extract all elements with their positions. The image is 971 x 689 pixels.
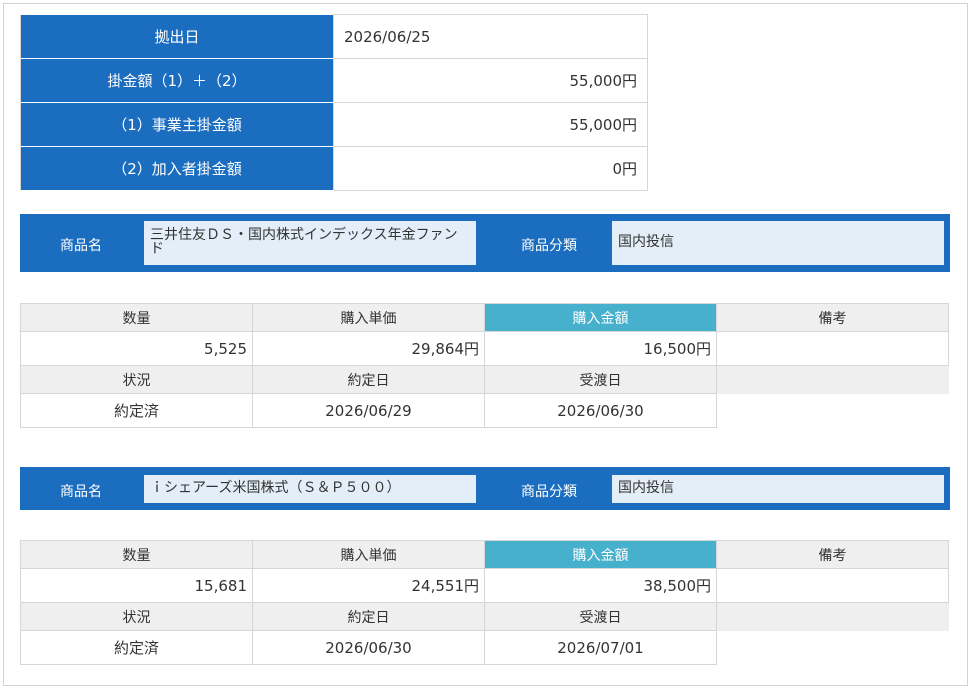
delivery-date-value: 2026/06/30 [484, 393, 717, 428]
product-name-label: 商品名 [60, 484, 102, 500]
remarks-value [716, 331, 949, 366]
contract-date-value: 2026/06/29 [252, 393, 485, 428]
status-header-row: 状況 約定日 受渡日 [20, 365, 949, 394]
amount-value: 16,500円 [484, 331, 717, 366]
product-banner-1: 商品名 三井住友ＤＳ・国内株式インデックス年金ファンド 商品分類 国内投信 [20, 214, 950, 272]
summary-row-employer: （1）事業主掛金額 55,000円 [20, 102, 648, 147]
detail-value-row: 5,525 29,864円 16,500円 [20, 331, 949, 366]
employer-value: 55,000円 [333, 102, 648, 147]
contract-date-header: 約定日 [252, 365, 485, 394]
product-banner-2: 商品名 ｉシェアーズ米国株式（Ｓ＆Ｐ５００） 商品分類 国内投信 [20, 467, 950, 510]
contribution-summary-table: 拠出日 2026/06/25 掛金額（1）＋（2） 55,000円 （1）事業主… [20, 14, 648, 191]
unit-price-value: 29,864円 [252, 331, 485, 366]
product-name-label: 商品名 [60, 238, 102, 254]
product-detail-table-2: 数量 購入単価 購入金額 備考 15,681 24,551円 38,500円 状… [20, 540, 949, 665]
member-value: 0円 [333, 146, 648, 191]
product-detail-table-1: 数量 購入単価 購入金額 備考 5,525 29,864円 16,500円 状況… [20, 303, 949, 428]
quantity-value: 5,525 [20, 331, 253, 366]
empty-cell [716, 365, 949, 394]
status-header: 状況 [20, 365, 253, 394]
detail-header-row: 数量 購入単価 購入金額 備考 [20, 540, 949, 569]
product-category-value: 国内投信 [612, 475, 944, 503]
detail-value-row: 15,681 24,551円 38,500円 [20, 568, 949, 603]
total-label: 掛金額（1）＋（2） [20, 58, 334, 103]
delivery-date-header: 受渡日 [484, 602, 717, 631]
quantity-header: 数量 [20, 540, 253, 569]
member-label: （2）加入者掛金額 [20, 146, 334, 191]
status-header-row: 状況 約定日 受渡日 [20, 602, 949, 631]
empty-cell [716, 602, 949, 631]
status-value: 約定済 [20, 393, 253, 428]
quantity-header: 数量 [20, 303, 253, 332]
detail-header-row: 数量 購入単価 購入金額 備考 [20, 303, 949, 332]
remarks-header: 備考 [716, 303, 949, 332]
empty-cell [717, 394, 949, 428]
unit-price-header: 購入単価 [252, 303, 485, 332]
product-name-value: 三井住友ＤＳ・国内株式インデックス年金ファンド [144, 221, 476, 265]
total-value: 55,000円 [333, 58, 648, 103]
amount-header: 購入金額 [484, 303, 717, 332]
delivery-date-value: 2026/07/01 [484, 630, 717, 665]
empty-cell [717, 631, 949, 665]
contract-date-header: 約定日 [252, 602, 485, 631]
date-value: 2026/06/25 [333, 14, 648, 59]
status-value-row: 約定済 2026/06/30 2026/07/01 [20, 630, 949, 665]
amount-value: 38,500円 [484, 568, 717, 603]
summary-row-total: 掛金額（1）＋（2） 55,000円 [20, 58, 648, 103]
unit-price-header: 購入単価 [252, 540, 485, 569]
employer-label: （1）事業主掛金額 [20, 102, 334, 147]
summary-row-date: 拠出日 2026/06/25 [20, 14, 648, 59]
date-label: 拠出日 [20, 14, 334, 59]
remarks-header: 備考 [716, 540, 949, 569]
status-header: 状況 [20, 602, 253, 631]
quantity-value: 15,681 [20, 568, 253, 603]
delivery-date-header: 受渡日 [484, 365, 717, 394]
product-category-value: 国内投信 [612, 221, 944, 265]
product-category-label: 商品分類 [521, 238, 577, 254]
unit-price-value: 24,551円 [252, 568, 485, 603]
status-value-row: 約定済 2026/06/29 2026/06/30 [20, 393, 949, 428]
status-value: 約定済 [20, 630, 253, 665]
summary-row-member: （2）加入者掛金額 0円 [20, 146, 648, 191]
contract-date-value: 2026/06/30 [252, 630, 485, 665]
remarks-value [716, 568, 949, 603]
product-name-value: ｉシェアーズ米国株式（Ｓ＆Ｐ５００） [144, 475, 476, 503]
product-category-label: 商品分類 [521, 484, 577, 500]
amount-header: 購入金額 [484, 540, 717, 569]
